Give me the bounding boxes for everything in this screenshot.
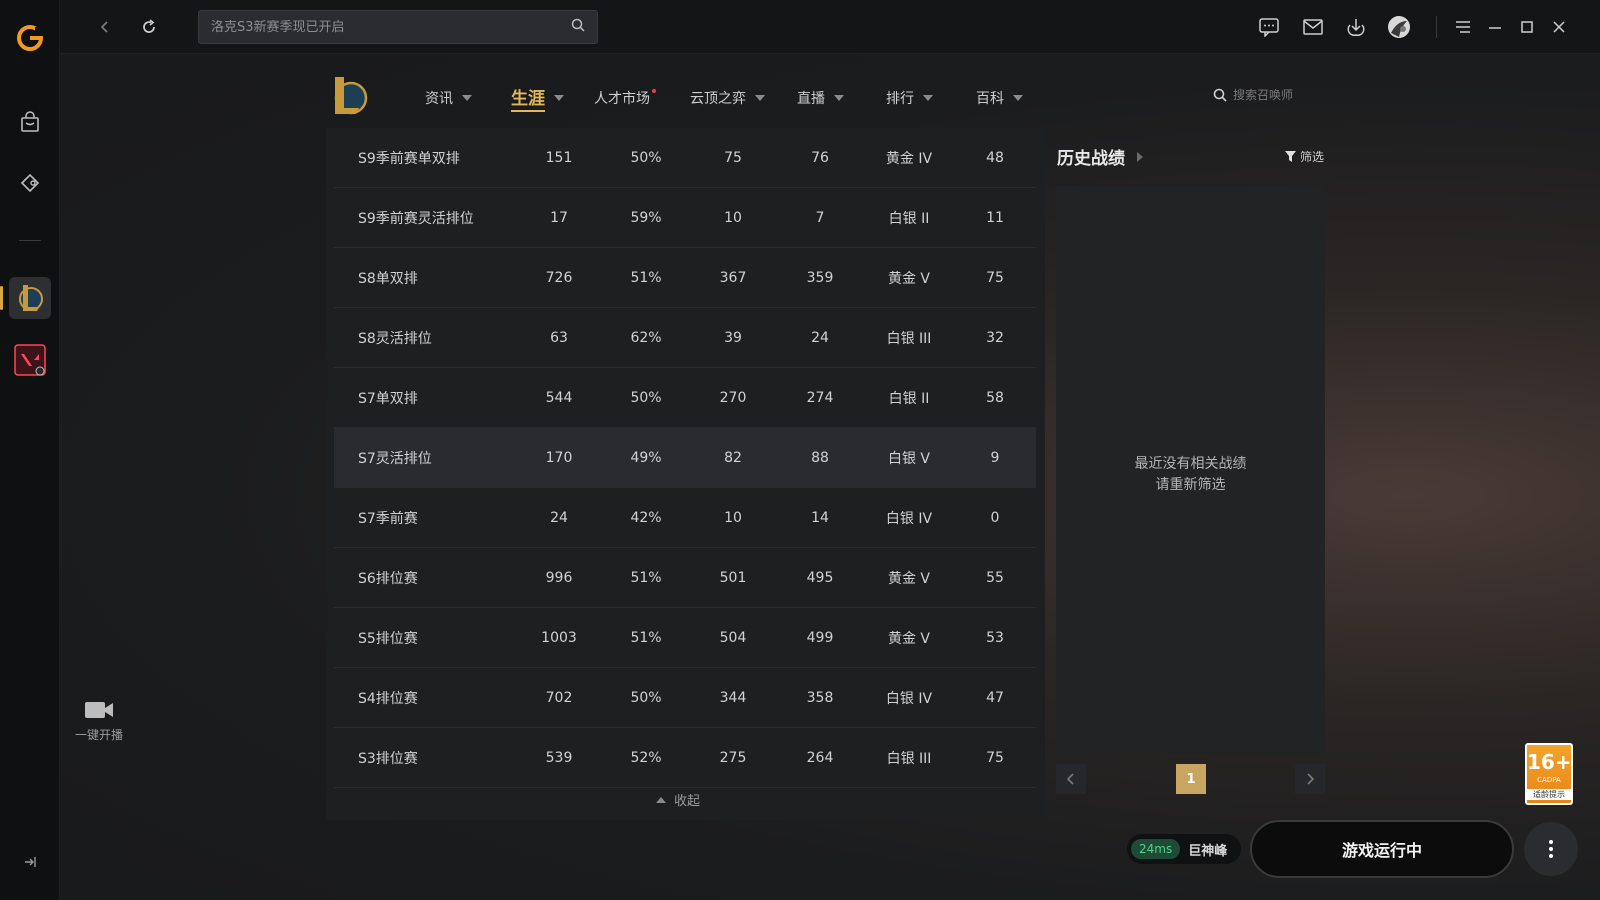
nav-live[interactable]: 直播 (797, 86, 844, 110)
top-search-box[interactable] (198, 10, 598, 44)
wegame-logo-icon[interactable] (9, 17, 51, 59)
game-nav: 资讯 生涯 人才市场 云顶之弈 直播 排行 百科 (325, 70, 1333, 126)
filter-icon (1284, 151, 1296, 162)
chevron-down-icon (462, 95, 472, 101)
table-row[interactable]: S8单双排 726 51% 367 359 黄金 V 75 (334, 248, 1036, 308)
left-rail (0, 0, 60, 900)
page-number-button[interactable]: 1 (1176, 764, 1206, 794)
minimize-icon[interactable] (1482, 14, 1508, 40)
topbar-divider (1436, 16, 1437, 38)
download-icon[interactable] (1343, 14, 1369, 40)
more-options-button[interactable] (1524, 822, 1578, 876)
one-click-live-button[interactable]: 一键开播 (64, 700, 134, 743)
table-row[interactable]: S8灵活排位 63 62% 39 24 白银 III 32 (334, 308, 1036, 368)
season-stats-table: S9季前赛单双排 151 50% 75 76 黄金 IV 48 S9季前赛灵活排… (326, 128, 1045, 820)
chevron-down-icon (923, 95, 933, 101)
table-row[interactable]: S9季前赛灵活排位 17 59% 10 7 白银 II 11 (334, 188, 1036, 248)
empty-state-message: 最近没有相关战绩 请重新筛选 (1134, 456, 1247, 493)
top-search-input[interactable] (211, 19, 571, 35)
table-row[interactable]: S7季前赛 24 42% 10 14 白银 IV 0 (334, 488, 1036, 548)
shop-bag-icon[interactable] (9, 101, 51, 143)
match-history-title[interactable]: 历史战绩 (1057, 144, 1143, 169)
refresh-icon[interactable] (136, 14, 162, 40)
table-row[interactable]: S6排位赛 996 51% 501 495 黄金 V 55 (334, 548, 1036, 608)
valorant-game-icon[interactable] (9, 339, 51, 381)
notification-dot (652, 89, 656, 93)
table-row[interactable]: S4排位赛 702 50% 344 358 白银 IV 47 (334, 668, 1036, 728)
rail-divider (19, 240, 41, 241)
search-icon (1213, 88, 1227, 102)
lol-logo-icon[interactable] (329, 74, 369, 118)
chevron-left-icon (1066, 773, 1074, 785)
table-row[interactable]: S7灵活排位 170 49% 82 88 白银 V 9 (334, 428, 1036, 488)
match-history-panel: 历史战绩 筛选 最近没有相关战绩 请重新筛选 1 (1056, 140, 1326, 820)
prev-page-button[interactable] (1056, 764, 1086, 794)
game-library-icon[interactable] (9, 162, 51, 204)
table-row[interactable]: S5排位赛 1003 51% 504 499 黄金 V 53 (334, 608, 1036, 668)
search-icon[interactable] (571, 18, 585, 36)
next-page-button[interactable] (1295, 764, 1325, 794)
live-label: 一键开播 (74, 728, 123, 742)
age-rating-badge: 16+ CADPA 适龄提示 (1525, 743, 1573, 805)
nav-ranking[interactable]: 排行 (886, 86, 933, 110)
chevron-right-icon (1137, 151, 1143, 162)
game-running-button[interactable]: 游戏运行中 (1250, 820, 1514, 878)
lol-game-icon[interactable] (9, 277, 51, 319)
chat-bubble-icon[interactable] (1256, 14, 1282, 40)
table-row[interactable]: S7单双排 544 50% 270 274 白银 II 58 (334, 368, 1036, 428)
nav-career[interactable]: 生涯 (511, 86, 564, 112)
collapse-sidebar-icon[interactable] (20, 852, 40, 872)
server-ping-indicator[interactable]: 24ms 巨神峰 (1127, 834, 1241, 864)
server-name: 巨神峰 (1188, 843, 1228, 859)
ping-value: 24ms (1131, 839, 1181, 859)
chevron-down-icon (1013, 95, 1023, 101)
nav-news[interactable]: 资讯 (425, 86, 472, 110)
nav-tft[interactable]: 云顶之弈 (690, 86, 765, 110)
user-avatar[interactable] (1386, 14, 1412, 40)
nav-talent-market[interactable]: 人才市场 (594, 86, 656, 110)
match-history-list: 最近没有相关战绩 请重新筛选 (1056, 186, 1325, 754)
more-vertical-icon (1549, 840, 1553, 858)
filter-button[interactable]: 筛选 (1284, 148, 1324, 165)
chevron-down-icon (554, 95, 564, 101)
nav-wiki[interactable]: 百科 (976, 86, 1023, 110)
rail-active-indicator (0, 286, 3, 310)
chevron-up-icon (656, 796, 666, 803)
video-camera-icon (85, 702, 113, 718)
menu-icon[interactable] (1450, 14, 1476, 40)
collapse-button[interactable]: 收起 (656, 790, 700, 809)
pagination: 1 (1056, 764, 1325, 794)
back-arrow-icon[interactable] (92, 14, 118, 40)
table-row[interactable]: S9季前赛单双排 151 50% 75 76 黄金 IV 48 (334, 128, 1036, 188)
mail-icon[interactable] (1300, 14, 1326, 40)
chevron-down-icon (755, 95, 765, 101)
table-row[interactable]: S3排位赛 539 52% 275 264 白银 III 75 (334, 728, 1036, 788)
summoner-search[interactable] (1213, 88, 1333, 102)
close-icon[interactable] (1546, 14, 1572, 40)
maximize-icon[interactable] (1514, 14, 1540, 40)
summoner-search-input[interactable] (1233, 88, 1333, 102)
chevron-down-icon (834, 95, 844, 101)
app-window: 一键开播 资讯 生涯 人才市场 云顶之弈 直播 排行 百科 S9季前赛单双排 1… (0, 0, 1600, 900)
top-bar (60, 0, 1600, 54)
chevron-right-icon (1307, 773, 1315, 785)
